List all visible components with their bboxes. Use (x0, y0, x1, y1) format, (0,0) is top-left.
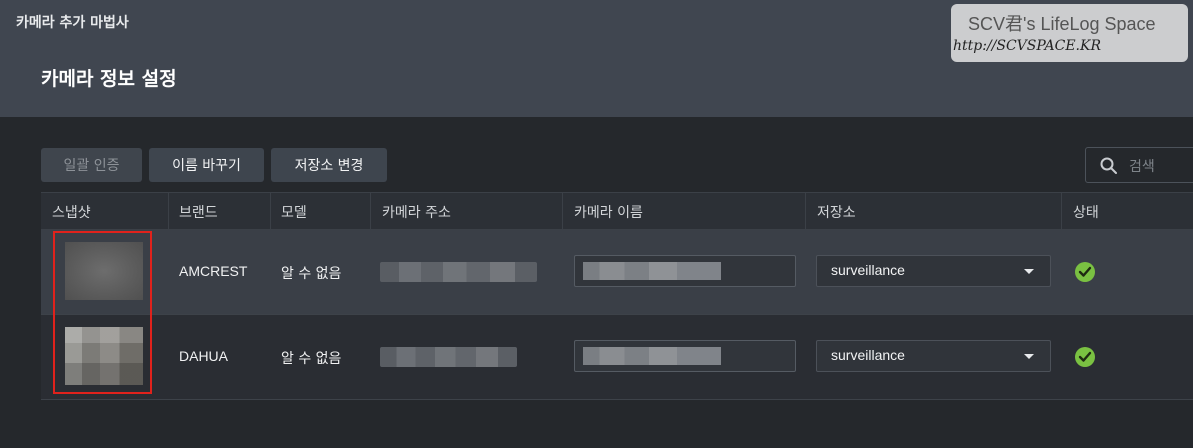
brand-cell: DAHUA (179, 348, 229, 364)
column-header-address: 카메라 주소 (382, 205, 451, 221)
watermark-url: http://SCVSPACE.KR (953, 38, 1102, 54)
search-placeholder: 검색 (1129, 159, 1155, 175)
column-header-snapshot: 스냅샷 (52, 205, 91, 221)
storage-select[interactable]: surveillance (816, 255, 1051, 287)
storage-select-value: surveillance (831, 262, 905, 278)
column-header-storage: 저장소 (817, 205, 856, 221)
column-divider (805, 193, 806, 229)
page-title: 카메라 정보 설정 (41, 68, 177, 90)
column-divider (370, 193, 371, 229)
bulk-auth-button[interactable]: 일괄 인증 (41, 148, 142, 182)
window-title: 카메라 추가 마법사 (16, 15, 129, 31)
rename-button[interactable]: 이름 바꾸기 (149, 148, 264, 182)
camera-name-input[interactable] (574, 340, 796, 372)
watermark: SCV君's LifeLog Space http://SCVSPACE.KR (951, 4, 1188, 62)
chevron-down-icon (1024, 354, 1034, 359)
storage-select-value: surveillance (831, 347, 905, 363)
column-header-brand: 브랜드 (179, 205, 218, 221)
column-divider (1061, 193, 1062, 229)
table-header: 스냅샷 브랜드 모델 카메라 주소 카메라 이름 저장소 상태 (41, 192, 1193, 230)
storage-select[interactable]: surveillance (816, 340, 1051, 372)
address-cell-redacted (380, 262, 537, 282)
change-storage-button[interactable]: 저장소 변경 (271, 148, 387, 182)
model-cell: 알 수 없음 (281, 266, 342, 282)
address-cell-redacted (380, 347, 517, 367)
search-icon (1100, 157, 1117, 174)
column-header-status: 상태 (1073, 205, 1099, 221)
search-field[interactable]: 검색 (1085, 147, 1193, 183)
check-circle-icon (1075, 347, 1095, 367)
snapshot-highlight-box (53, 231, 152, 394)
camera-name-redacted (583, 347, 721, 365)
column-header-model: 모델 (281, 205, 307, 221)
column-divider (562, 193, 563, 229)
table-row[interactable]: AMCREST 알 수 없음 surveillance (41, 230, 1193, 315)
column-divider (168, 193, 169, 229)
model-cell: 알 수 없음 (281, 351, 342, 367)
brand-cell: AMCREST (179, 263, 248, 279)
camera-name-redacted (583, 262, 721, 280)
column-divider (270, 193, 271, 229)
table-row[interactable]: DAHUA 알 수 없음 surveillance (41, 315, 1193, 400)
chevron-down-icon (1024, 269, 1034, 274)
watermark-title: SCV君's LifeLog Space (968, 14, 1156, 34)
column-header-name: 카메라 이름 (574, 205, 643, 221)
camera-name-input[interactable] (574, 255, 796, 287)
check-circle-icon (1075, 262, 1095, 282)
